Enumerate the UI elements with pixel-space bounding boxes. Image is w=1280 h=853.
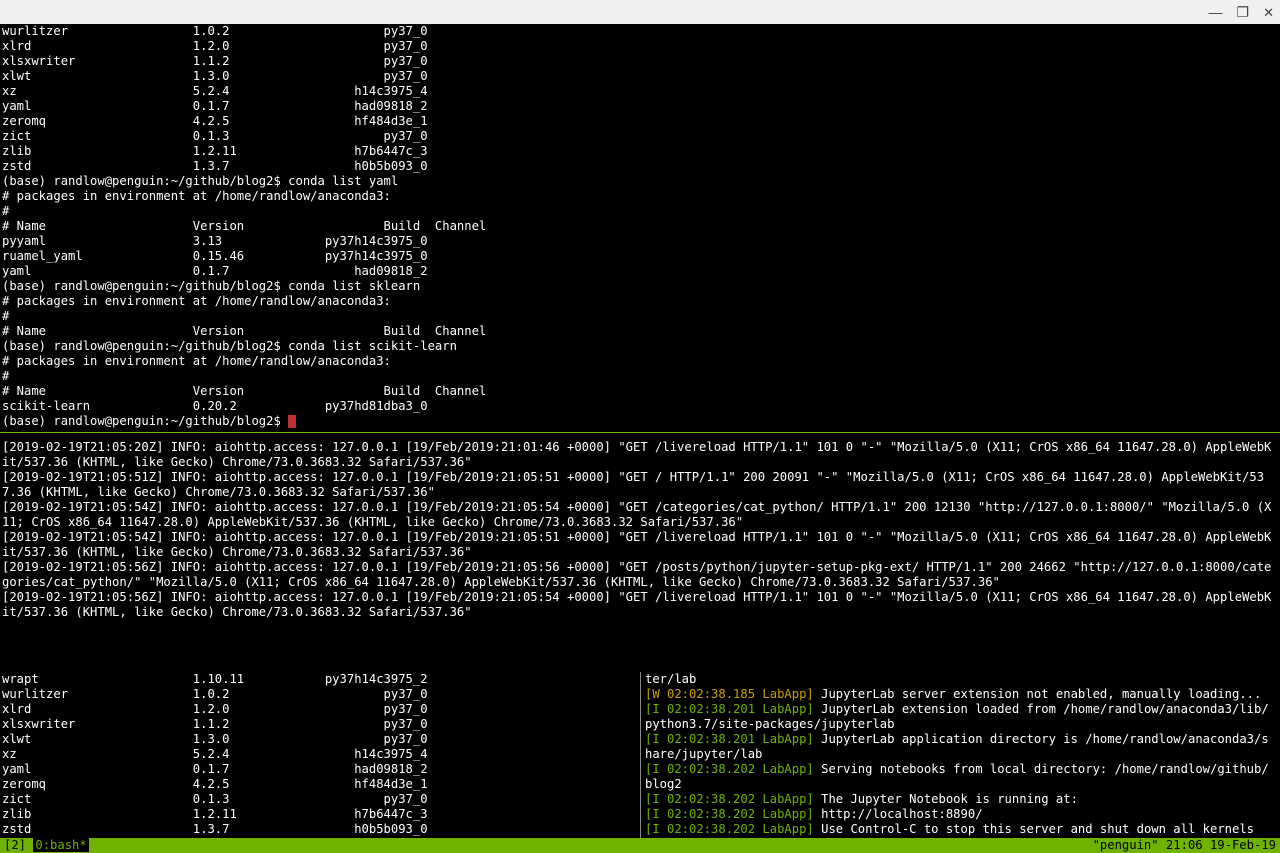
terminal-line: # packages in environment at /home/randl… xyxy=(2,189,1278,204)
log-line: [2019-02-19T21:05:56Z] INFO: aiohttp.acc… xyxy=(2,590,1278,620)
log-line: [2019-02-19T21:05:54Z] INFO: aiohttp.acc… xyxy=(2,530,1278,560)
terminal-line: xlwt 1.3.0 py37_0 xyxy=(2,732,638,747)
terminal-line: wrapt 1.10.11 py37h14c3975_2 xyxy=(2,672,638,687)
close-button[interactable]: ✕ xyxy=(1263,5,1274,20)
terminal-line: xlsxwriter 1.1.2 py37_0 xyxy=(2,54,1278,69)
terminal-line: scikit-learn 0.20.2 py37hd81dba3_0 xyxy=(2,399,1278,414)
log-line: ter/lab xyxy=(645,672,1276,687)
terminal-line: (base) randlow@penguin:~/github/blog2$ c… xyxy=(2,174,1278,189)
status-left: [2] 0:bash* xyxy=(4,838,89,853)
log-line: [I 02:02:38.201 LabApp] JupyterLab exten… xyxy=(645,702,1276,732)
log-line: [2019-02-19T21:05:54Z] INFO: aiohttp.acc… xyxy=(2,500,1278,530)
log-line: [2019-02-19T21:05:20Z] INFO: aiohttp.acc… xyxy=(2,440,1278,470)
terminal-line: pyyaml 3.13 py37h14c3975_0 xyxy=(2,234,1278,249)
tmux-statusbar: [2] 0:bash* "penguin" 21:06 19-Feb-19 xyxy=(0,838,1280,853)
terminal-line: yaml 0.1.7 had09818_2 xyxy=(2,762,638,777)
log-line: [I 02:02:38.202 LabApp] Serving notebook… xyxy=(645,762,1276,792)
terminal-line: (base) randlow@penguin:~/github/blog2$ c… xyxy=(2,339,1278,354)
window-titlebar: — ❐ ✕ xyxy=(0,0,1280,24)
terminal-line: zlib 1.2.11 h7b6447c_3 xyxy=(2,144,1278,159)
terminal-line: zict 0.1.3 py37_0 xyxy=(2,792,638,807)
terminal-line: # Name Version Build Channel xyxy=(2,324,1278,339)
status-right: "penguin" 21:06 19-Feb-19 xyxy=(1093,838,1276,853)
terminal-line: # Name Version Build Channel xyxy=(2,219,1278,234)
log-line: [I 02:02:38.202 LabApp] http://localhost… xyxy=(645,807,1276,822)
minimize-button[interactable]: — xyxy=(1209,5,1223,20)
log-line: [W 02:02:38.185 LabApp] JupyterLab serve… xyxy=(645,687,1276,702)
terminal-line: xlwt 1.3.0 py37_0 xyxy=(2,69,1278,84)
terminal-line: (base) randlow@penguin:~/github/blog2$ c… xyxy=(2,279,1278,294)
terminal-line: zeromq 4.2.5 hf484d3e_1 xyxy=(2,114,1278,129)
terminal-line: # packages in environment at /home/randl… xyxy=(2,354,1278,369)
terminal-line: zstd 1.3.7 h0b5b093_0 xyxy=(2,822,638,837)
terminal-line: # xyxy=(2,369,1278,384)
pane-bottom-right[interactable]: ter/lab[W 02:02:38.185 LabApp] JupyterLa… xyxy=(640,672,1280,838)
pane-middle[interactable]: [2019-02-19T21:05:20Z] INFO: aiohttp.acc… xyxy=(0,440,1280,665)
log-line: [2019-02-19T21:05:56Z] INFO: aiohttp.acc… xyxy=(2,560,1278,590)
terminal-line: xz 5.2.4 h14c3975_4 xyxy=(2,747,638,762)
terminal-line: zict 0.1.3 py37_0 xyxy=(2,129,1278,144)
terminal-line: xz 5.2.4 h14c3975_4 xyxy=(2,84,1278,99)
terminal-line: # xyxy=(2,204,1278,219)
terminal-line: xlrd 1.2.0 py37_0 xyxy=(2,702,638,717)
terminal-multiplexer: wurlitzer 1.0.2 py37_0xlrd 1.2.0 py37_0x… xyxy=(0,24,1280,853)
terminal-line: xlsxwriter 1.1.2 py37_0 xyxy=(2,717,638,732)
terminal-line: zeromq 4.2.5 hf484d3e_1 xyxy=(2,777,638,792)
terminal-line: ruamel_yaml 0.15.46 py37h14c3975_0 xyxy=(2,249,1278,264)
cursor xyxy=(288,415,296,428)
log-line: [I 02:02:38.202 LabApp] Use Control-C to… xyxy=(645,822,1276,838)
terminal-line: zstd 1.3.7 h0b5b093_0 xyxy=(2,159,1278,174)
terminal-line: wurlitzer 1.0.2 py37_0 xyxy=(2,24,1278,39)
maximize-button[interactable]: ❐ xyxy=(1237,5,1250,20)
terminal-line: (base) randlow@penguin:~/github/blog2$ xyxy=(2,414,1278,429)
status-active-window: 0:bash* xyxy=(33,838,88,852)
terminal-line: # packages in environment at /home/randl… xyxy=(2,294,1278,309)
pane-top[interactable]: wurlitzer 1.0.2 py37_0xlrd 1.2.0 py37_0x… xyxy=(0,24,1280,433)
log-line: [I 02:02:38.202 LabApp] The Jupyter Note… xyxy=(645,792,1276,807)
terminal-line: xlrd 1.2.0 py37_0 xyxy=(2,39,1278,54)
terminal-line: # Name Version Build Channel xyxy=(2,384,1278,399)
log-line: [I 02:02:38.201 LabApp] JupyterLab appli… xyxy=(645,732,1276,762)
terminal-line: yaml 0.1.7 had09818_2 xyxy=(2,264,1278,279)
log-line: [2019-02-19T21:05:51Z] INFO: aiohttp.acc… xyxy=(2,470,1278,500)
terminal-line: yaml 0.1.7 had09818_2 xyxy=(2,99,1278,114)
terminal-line: wurlitzer 1.0.2 py37_0 xyxy=(2,687,638,702)
pane-bottom-left[interactable]: wrapt 1.10.11 py37h14c3975_2wurlitzer 1.… xyxy=(0,672,640,838)
terminal-line: zlib 1.2.11 h7b6447c_3 xyxy=(2,807,638,822)
terminal-line: # xyxy=(2,309,1278,324)
